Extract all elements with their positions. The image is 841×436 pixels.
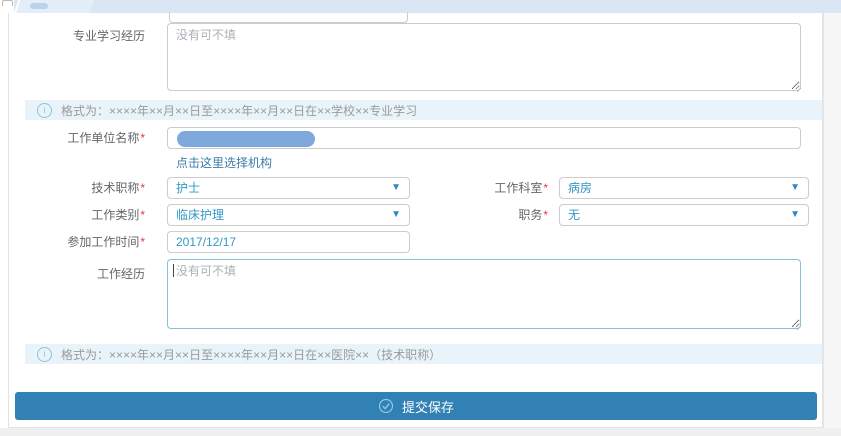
work-category-select[interactable]: 临床护理 ▼ — [167, 204, 410, 226]
chevron-down-icon: ▼ — [790, 183, 800, 193]
position-label: 职务* — [398, 204, 548, 226]
tab-favicon — [30, 3, 48, 9]
bottom-gutter — [0, 428, 841, 436]
work-start-date-input[interactable] — [167, 231, 410, 253]
study-format-note: 格式为：××××年××月××日至××××年××月××日在××学校××专业学习 — [25, 100, 822, 120]
check-circle-icon — [378, 398, 394, 414]
chevron-down-icon: ▼ — [790, 210, 800, 220]
top-tab-strip — [14, 0, 841, 13]
work-experience-textarea[interactable] — [167, 259, 801, 329]
work-format-note: 格式为：××××年××月××日至××××年××月××日在××医院××（技术职称） — [25, 344, 822, 364]
work-category-value: 临床护理 — [176, 207, 224, 223]
info-icon — [37, 347, 52, 362]
required-asterisk: * — [543, 208, 548, 222]
work-format-note-text: 格式为：××××年××月××日至××××年××月××日在××医院××（技术职称） — [61, 346, 441, 363]
work-category-label: 工作类别* — [9, 204, 145, 226]
work-unit-input[interactable] — [167, 127, 801, 149]
browser-tab[interactable] — [14, 0, 94, 13]
tech-title-value: 护士 — [176, 180, 200, 196]
tech-title-label: 技术职称* — [9, 177, 145, 199]
work-unit-label: 工作单位名称* — [9, 127, 145, 149]
work-dept-value: 病房 — [568, 180, 592, 196]
required-asterisk: * — [140, 131, 145, 145]
tech-title-select[interactable]: 护士 ▼ — [167, 177, 410, 199]
work-start-date-label: 参加工作时间* — [9, 231, 145, 253]
window-corner-mark — [2, 0, 13, 6]
work-experience-label: 工作经历 — [9, 263, 145, 285]
form-panel: 专业学习经历 格式为：××××年××月××日至××××年××月××日在××学校×… — [8, 13, 823, 428]
required-asterisk: * — [543, 181, 548, 195]
submit-save-button[interactable]: 提交保存 — [15, 392, 817, 420]
required-asterisk: * — [140, 235, 145, 249]
study-format-note-text: 格式为：××××年××月××日至××××年××月××日在××学校××专业学习 — [61, 102, 417, 119]
right-gutter — [823, 13, 841, 428]
study-experience-label: 专业学习经历 — [9, 25, 145, 47]
redaction-blob — [177, 131, 315, 147]
position-select[interactable]: 无 ▼ — [559, 204, 809, 226]
work-dept-select[interactable]: 病房 ▼ — [559, 177, 809, 199]
submit-save-label: 提交保存 — [402, 397, 454, 416]
position-value: 无 — [568, 207, 580, 223]
cropped-input-above[interactable] — [169, 12, 408, 23]
required-asterisk: * — [140, 208, 145, 222]
text-cursor — [173, 264, 174, 277]
work-dept-label: 工作科室* — [398, 177, 548, 199]
info-icon — [37, 103, 52, 118]
study-experience-textarea[interactable] — [167, 23, 801, 91]
required-asterisk: * — [140, 181, 145, 195]
select-institution-link[interactable]: 点击这里选择机构 — [176, 154, 272, 171]
